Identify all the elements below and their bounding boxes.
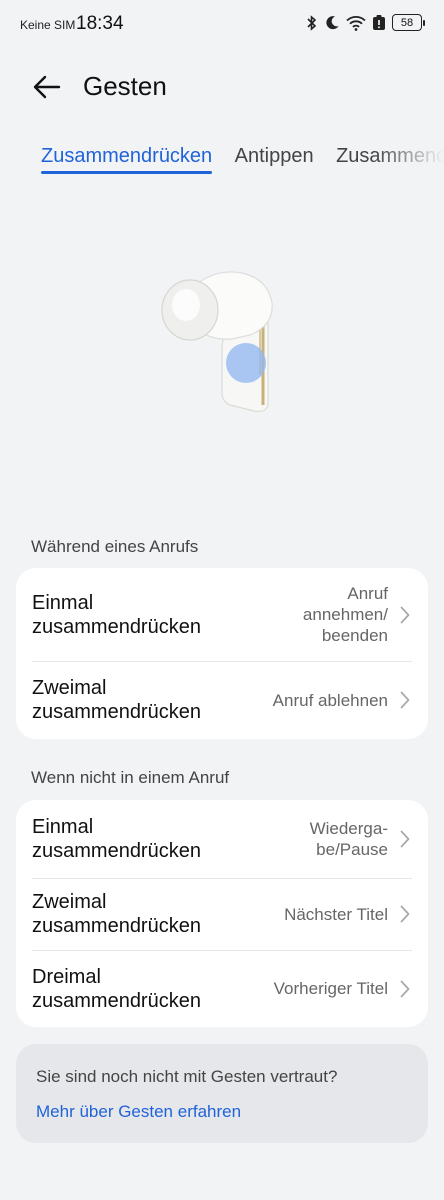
- card-during-call: Einmal zusammendrücken Anruf annehmen/ b…: [16, 568, 428, 739]
- row-title: Zweimal zusammendrücken: [32, 891, 201, 937]
- info-text: Sie sind noch nicht mit Gesten vertraut?: [36, 1067, 338, 1086]
- chevron-right-icon: [400, 980, 412, 998]
- row-title: Einmal zusammendrücken: [32, 591, 201, 638]
- row-nocall-zweimal[interactable]: Zweimal zusammendrücken Nächster Titel: [16, 878, 428, 950]
- tab-zusammendruecken-halten[interactable]: Zusammendrücken und halten: [336, 145, 444, 178]
- moon-icon: [325, 15, 340, 30]
- row-nocall-einmal[interactable]: Einmal zusammendrücken Wiederga-be/Pause: [16, 800, 428, 878]
- bluetooth-icon: [305, 14, 319, 31]
- row-title: Zweimal zusammendrücken: [32, 677, 201, 723]
- chevron-right-icon: [400, 691, 412, 709]
- row-value: Anruf ablehnen: [272, 690, 388, 710]
- battery-icon: 58: [392, 14, 425, 31]
- earbud-illustration: [150, 255, 300, 425]
- row-title: Einmal zusammendrücken: [32, 816, 201, 862]
- card-not-in-call: Einmal zusammendrücken Wiederga-be/Pause…: [16, 800, 428, 1027]
- row-value: Vorheriger Titel: [273, 979, 388, 998]
- chevron-right-icon: [400, 606, 412, 624]
- gesture-info-box: Sie sind noch nicht mit Gesten vertraut?…: [16, 1044, 428, 1143]
- tab-bar: Zusammendrücken Antippen Zusammendrücken…: [41, 145, 444, 185]
- row-call-zweimal[interactable]: Zweimal zusammendrücken Anruf ablehnen: [16, 661, 428, 739]
- section-label-not-in-call: Wenn nicht in einem Anruf: [31, 768, 230, 787]
- wifi-icon: [346, 15, 366, 31]
- row-call-einmal[interactable]: Einmal zusammendrücken Anruf annehmen/ b…: [16, 568, 428, 661]
- arrow-left-icon: [33, 75, 61, 99]
- alert-icon: [372, 14, 386, 31]
- carrier-label: Keine SIM: [20, 18, 76, 32]
- status-icons: 58: [305, 14, 425, 31]
- status-bar: Keine SIM 18:34 58: [0, 0, 444, 50]
- row-value: Wiederga-be/Pause: [309, 819, 388, 859]
- tab-antippen[interactable]: Antippen: [235, 145, 314, 178]
- page-title: Gesten: [83, 71, 167, 101]
- chevron-right-icon: [400, 830, 412, 848]
- row-value: Anruf annehmen/ beenden: [302, 584, 388, 645]
- tab-zusammendruecken[interactable]: Zusammendrücken: [41, 145, 213, 178]
- learn-more-link[interactable]: Mehr über Gesten erfahren: [36, 1102, 241, 1122]
- row-title: Dreimal zusammendrücken: [32, 965, 201, 1012]
- back-button[interactable]: [30, 70, 64, 104]
- status-clock: 18:34: [76, 13, 124, 34]
- row-value: Nächster Titel: [284, 904, 388, 924]
- row-nocall-dreimal[interactable]: Dreimal zusammendrücken Vorheriger Titel: [16, 950, 428, 1027]
- chevron-right-icon: [400, 905, 412, 923]
- section-label-during-call: Während eines Anrufs: [31, 537, 199, 556]
